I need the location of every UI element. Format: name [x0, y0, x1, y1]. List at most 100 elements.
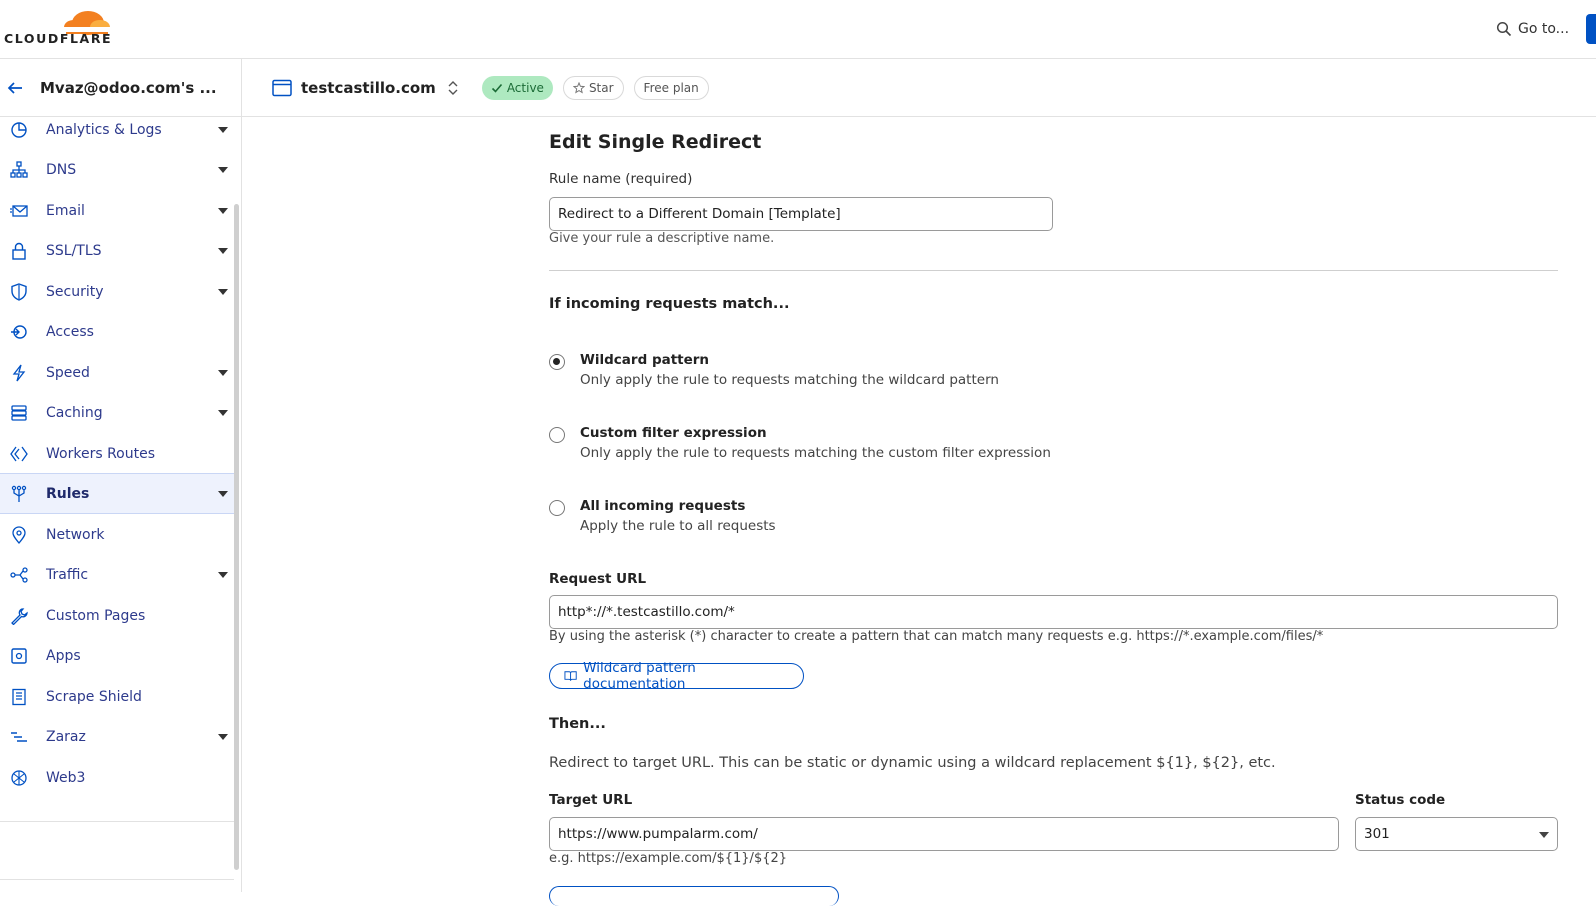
target-url-input[interactable]: https://www.pumpalarm.com/: [549, 817, 1339, 851]
sidebar-item-rules[interactable]: Rules: [0, 473, 236, 514]
page-title: Edit Single Redirect: [549, 131, 762, 153]
then-heading: Then...: [549, 716, 606, 732]
doc-button-label: Wildcard pattern documentation: [583, 660, 696, 692]
sidebar-item-network[interactable]: Network: [0, 514, 236, 555]
sidebar-item-analytics-logs[interactable]: Analytics & Logs: [0, 109, 236, 150]
sidebar-item-speed[interactable]: Speed: [0, 352, 236, 393]
sidebar-item-label: Access: [46, 323, 94, 340]
lock-icon: [12, 242, 26, 260]
network-tree-icon: [10, 160, 28, 178]
request-url-input[interactable]: http*://*.testcastillo.com/*: [549, 595, 1558, 629]
goto-search-button[interactable]: Go to...: [1496, 18, 1569, 40]
wildcard-doc-button[interactable]: Wildcard pattern documentation: [549, 660, 804, 692]
target-url-help: e.g. https://example.com/${1}/${2}: [549, 851, 788, 866]
zone-header: testcastillo.com Active Star Free plan: [242, 59, 1596, 117]
rule-name-input[interactable]: Redirect to a Different Domain [Template…: [549, 197, 1053, 231]
sidebar-item-label: Web3: [46, 769, 86, 786]
sidebar-item-label: Traffic: [46, 566, 89, 583]
apps-icon: [11, 647, 27, 664]
account-name: Mvaz@odoo.com's ...: [40, 78, 217, 97]
goto-label: Go to...: [1518, 21, 1570, 37]
rule-name-help: Give your rule a descriptive name.: [549, 231, 775, 246]
zaraz-icon: [11, 731, 27, 742]
all-requests-radio[interactable]: [549, 500, 565, 516]
match-heading: If incoming requests match...: [549, 296, 790, 312]
sidebar-item-label: DNS: [46, 161, 77, 178]
sidebar-item-web3[interactable]: Web3: [0, 757, 236, 798]
sidebar-item-apps[interactable]: Apps: [0, 635, 236, 676]
zone-switcher-icon[interactable]: [446, 79, 460, 97]
star-icon: [572, 81, 585, 94]
caret-down-icon: [218, 247, 228, 254]
all-requests-desc: Apply the rule to all requests: [580, 518, 776, 534]
partial-doc-button[interactable]: [549, 886, 839, 906]
wildcard-pattern-radio[interactable]: [549, 354, 565, 370]
wildcard-pattern-desc: Only apply the rule to requests matching…: [580, 372, 999, 388]
chart-pie-icon: [11, 121, 27, 138]
plan-label: Free plan: [643, 80, 699, 95]
browser-window-icon: [272, 79, 292, 96]
request-url-help: By using the asterisk (*) character to c…: [549, 629, 1324, 644]
sidebar-item-label: Zaraz: [46, 728, 86, 745]
custom-filter-radio[interactable]: [549, 427, 565, 443]
status-badge: Active: [481, 75, 553, 100]
sidebar-item-label: Scrape Shield: [46, 688, 142, 705]
sidebar-divider: [0, 821, 234, 822]
custom-filter-desc: Only apply the rule to requests matching…: [580, 445, 1051, 461]
sidebar-item-custom-pages[interactable]: Custom Pages: [0, 595, 236, 636]
all-requests-title: All incoming requests: [580, 498, 746, 514]
main-content: Edit Single Redirect Rule name (required…: [242, 117, 1596, 906]
sidebar-item-caching[interactable]: Caching: [0, 392, 236, 433]
caret-down-icon: [218, 126, 228, 133]
sidebar-item-label: Analytics & Logs: [46, 121, 162, 138]
workers-icon: [10, 446, 28, 461]
cloudflare-logo[interactable]: CLOUDFLARE: [4, 7, 111, 47]
caret-down-icon: [218, 571, 228, 578]
sidebar-item-label: Rules: [46, 485, 90, 502]
document-icon: [12, 688, 26, 705]
zone-name: testcastillo.com: [301, 78, 436, 97]
sidebar-item-ssl-tls[interactable]: SSL/TLS: [0, 230, 236, 271]
sidebar-item-scrape-shield[interactable]: Scrape Shield: [0, 676, 236, 717]
caret-down-icon: [218, 369, 228, 376]
sidebar-item-zaraz[interactable]: Zaraz: [0, 716, 236, 757]
rules-fork-icon: [11, 485, 27, 502]
back-arrow-icon[interactable]: [6, 79, 24, 97]
caret-down-icon: [218, 733, 228, 740]
sidebar-item-traffic[interactable]: Traffic: [0, 554, 236, 595]
sidebar-item-label: Speed: [46, 364, 90, 381]
sidebar-item-label: SSL/TLS: [46, 242, 102, 259]
sidebar-item-label: Apps: [46, 647, 81, 664]
sidebar-item-email[interactable]: Email: [0, 190, 236, 231]
chevron-down-icon: [1539, 832, 1549, 838]
caret-down-icon: [218, 288, 228, 295]
star-label: Star: [588, 80, 614, 95]
sidebar-item-security[interactable]: Security: [0, 271, 236, 312]
web3-icon: [11, 769, 27, 786]
caret-down-icon: [218, 166, 228, 173]
wildcard-pattern-title: Wildcard pattern: [580, 352, 710, 368]
lightning-icon: [12, 364, 26, 381]
add-site-button[interactable]: [1586, 14, 1596, 44]
request-url-label: Request URL: [549, 571, 647, 587]
wrench-icon: [11, 607, 28, 625]
sidebar-scrollbar[interactable]: [234, 204, 239, 870]
plan-badge[interactable]: Free plan: [633, 75, 709, 100]
shield-icon: [11, 282, 27, 301]
rule-name-label: Rule name (required): [549, 171, 693, 187]
status-code-select[interactable]: 301: [1355, 817, 1558, 851]
sidebar-item-workers-routes[interactable]: Workers Routes: [0, 433, 236, 474]
search-icon: [1496, 21, 1512, 37]
sidebar-item-label: Email: [46, 202, 85, 219]
sidebar-item-access[interactable]: Access: [0, 311, 236, 352]
sidebar-item-label: Custom Pages: [46, 607, 146, 624]
sidebar-item-label: Caching: [46, 404, 103, 421]
target-url-label: Target URL: [549, 792, 633, 808]
status-code-label: Status code: [1355, 792, 1446, 808]
star-button[interactable]: Star: [562, 75, 624, 100]
caret-down-icon: [218, 490, 228, 497]
sidebar-item-dns[interactable]: DNS: [0, 149, 236, 190]
status-code-value: 301: [1364, 826, 1390, 842]
book-icon: [564, 671, 577, 681]
sidebar-nav: Analytics & Logs DNS Email SSL/TLS Secur…: [0, 117, 242, 892]
